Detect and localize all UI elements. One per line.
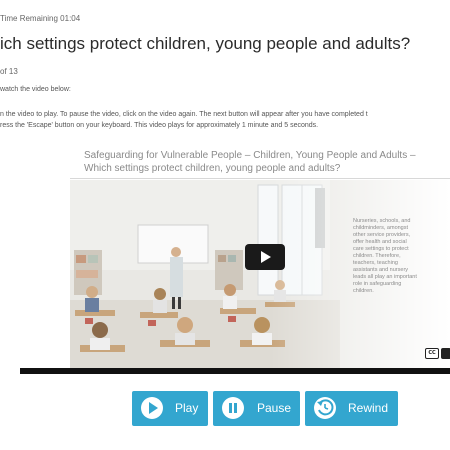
- caption-line: offer health and social: [353, 239, 407, 245]
- play-button[interactable]: Play: [132, 391, 208, 426]
- instruction-text-1: n the video to play. To pause the video,…: [0, 111, 368, 118]
- pause-icon: [222, 397, 244, 419]
- video-title-divider: [70, 178, 450, 179]
- pause-button[interactable]: Pause: [213, 391, 300, 426]
- caption-line: children.: [353, 288, 374, 294]
- video-player[interactable]: Nurseries, schools, and childminders, am…: [70, 180, 450, 368]
- video-title: Safeguarding for Vulnerable People – Chi…: [84, 149, 444, 175]
- caption-line: Nurseries, schools, and: [353, 218, 411, 224]
- play-icon: [141, 397, 163, 419]
- video-progress-bar[interactable]: [20, 368, 450, 374]
- caption-line: childminders, amongst: [353, 225, 409, 231]
- video-caption-text: Nurseries, schools, and childminders, am…: [353, 218, 438, 295]
- caption-line: role in safeguarding: [353, 281, 402, 287]
- caption-line: care settings to protect: [353, 246, 409, 252]
- caption-line: teachers, teaching: [353, 260, 398, 266]
- video-play-overlay-button[interactable]: [245, 244, 285, 270]
- rewind-button[interactable]: Rewind: [305, 391, 398, 426]
- closed-captions-button[interactable]: CC: [425, 348, 439, 359]
- pause-label: Pause: [257, 401, 292, 415]
- rewind-icon: [314, 397, 336, 419]
- question-counter: of 13: [0, 67, 18, 76]
- instruction-text-2: ress the 'Escape' button on your keyboar…: [0, 122, 319, 129]
- caption-line: assistants and nursery: [353, 267, 409, 273]
- play-label: Play: [175, 401, 199, 415]
- instruction-lead: watch the video below:: [0, 86, 71, 93]
- caption-line: children. Therefore,: [353, 253, 401, 259]
- fullscreen-icon[interactable]: [441, 348, 450, 359]
- video-title-line-2: Which settings protect children, young p…: [84, 163, 341, 174]
- rewind-label: Rewind: [348, 401, 389, 415]
- caption-line: other service providers,: [353, 232, 411, 238]
- time-remaining: Time Remaining 01:04: [0, 14, 81, 23]
- video-title-line-1: Safeguarding for Vulnerable People – Chi…: [84, 150, 416, 161]
- page-title: ich settings protect children, young peo…: [0, 34, 411, 53]
- caption-line: leads all play an important: [353, 274, 417, 280]
